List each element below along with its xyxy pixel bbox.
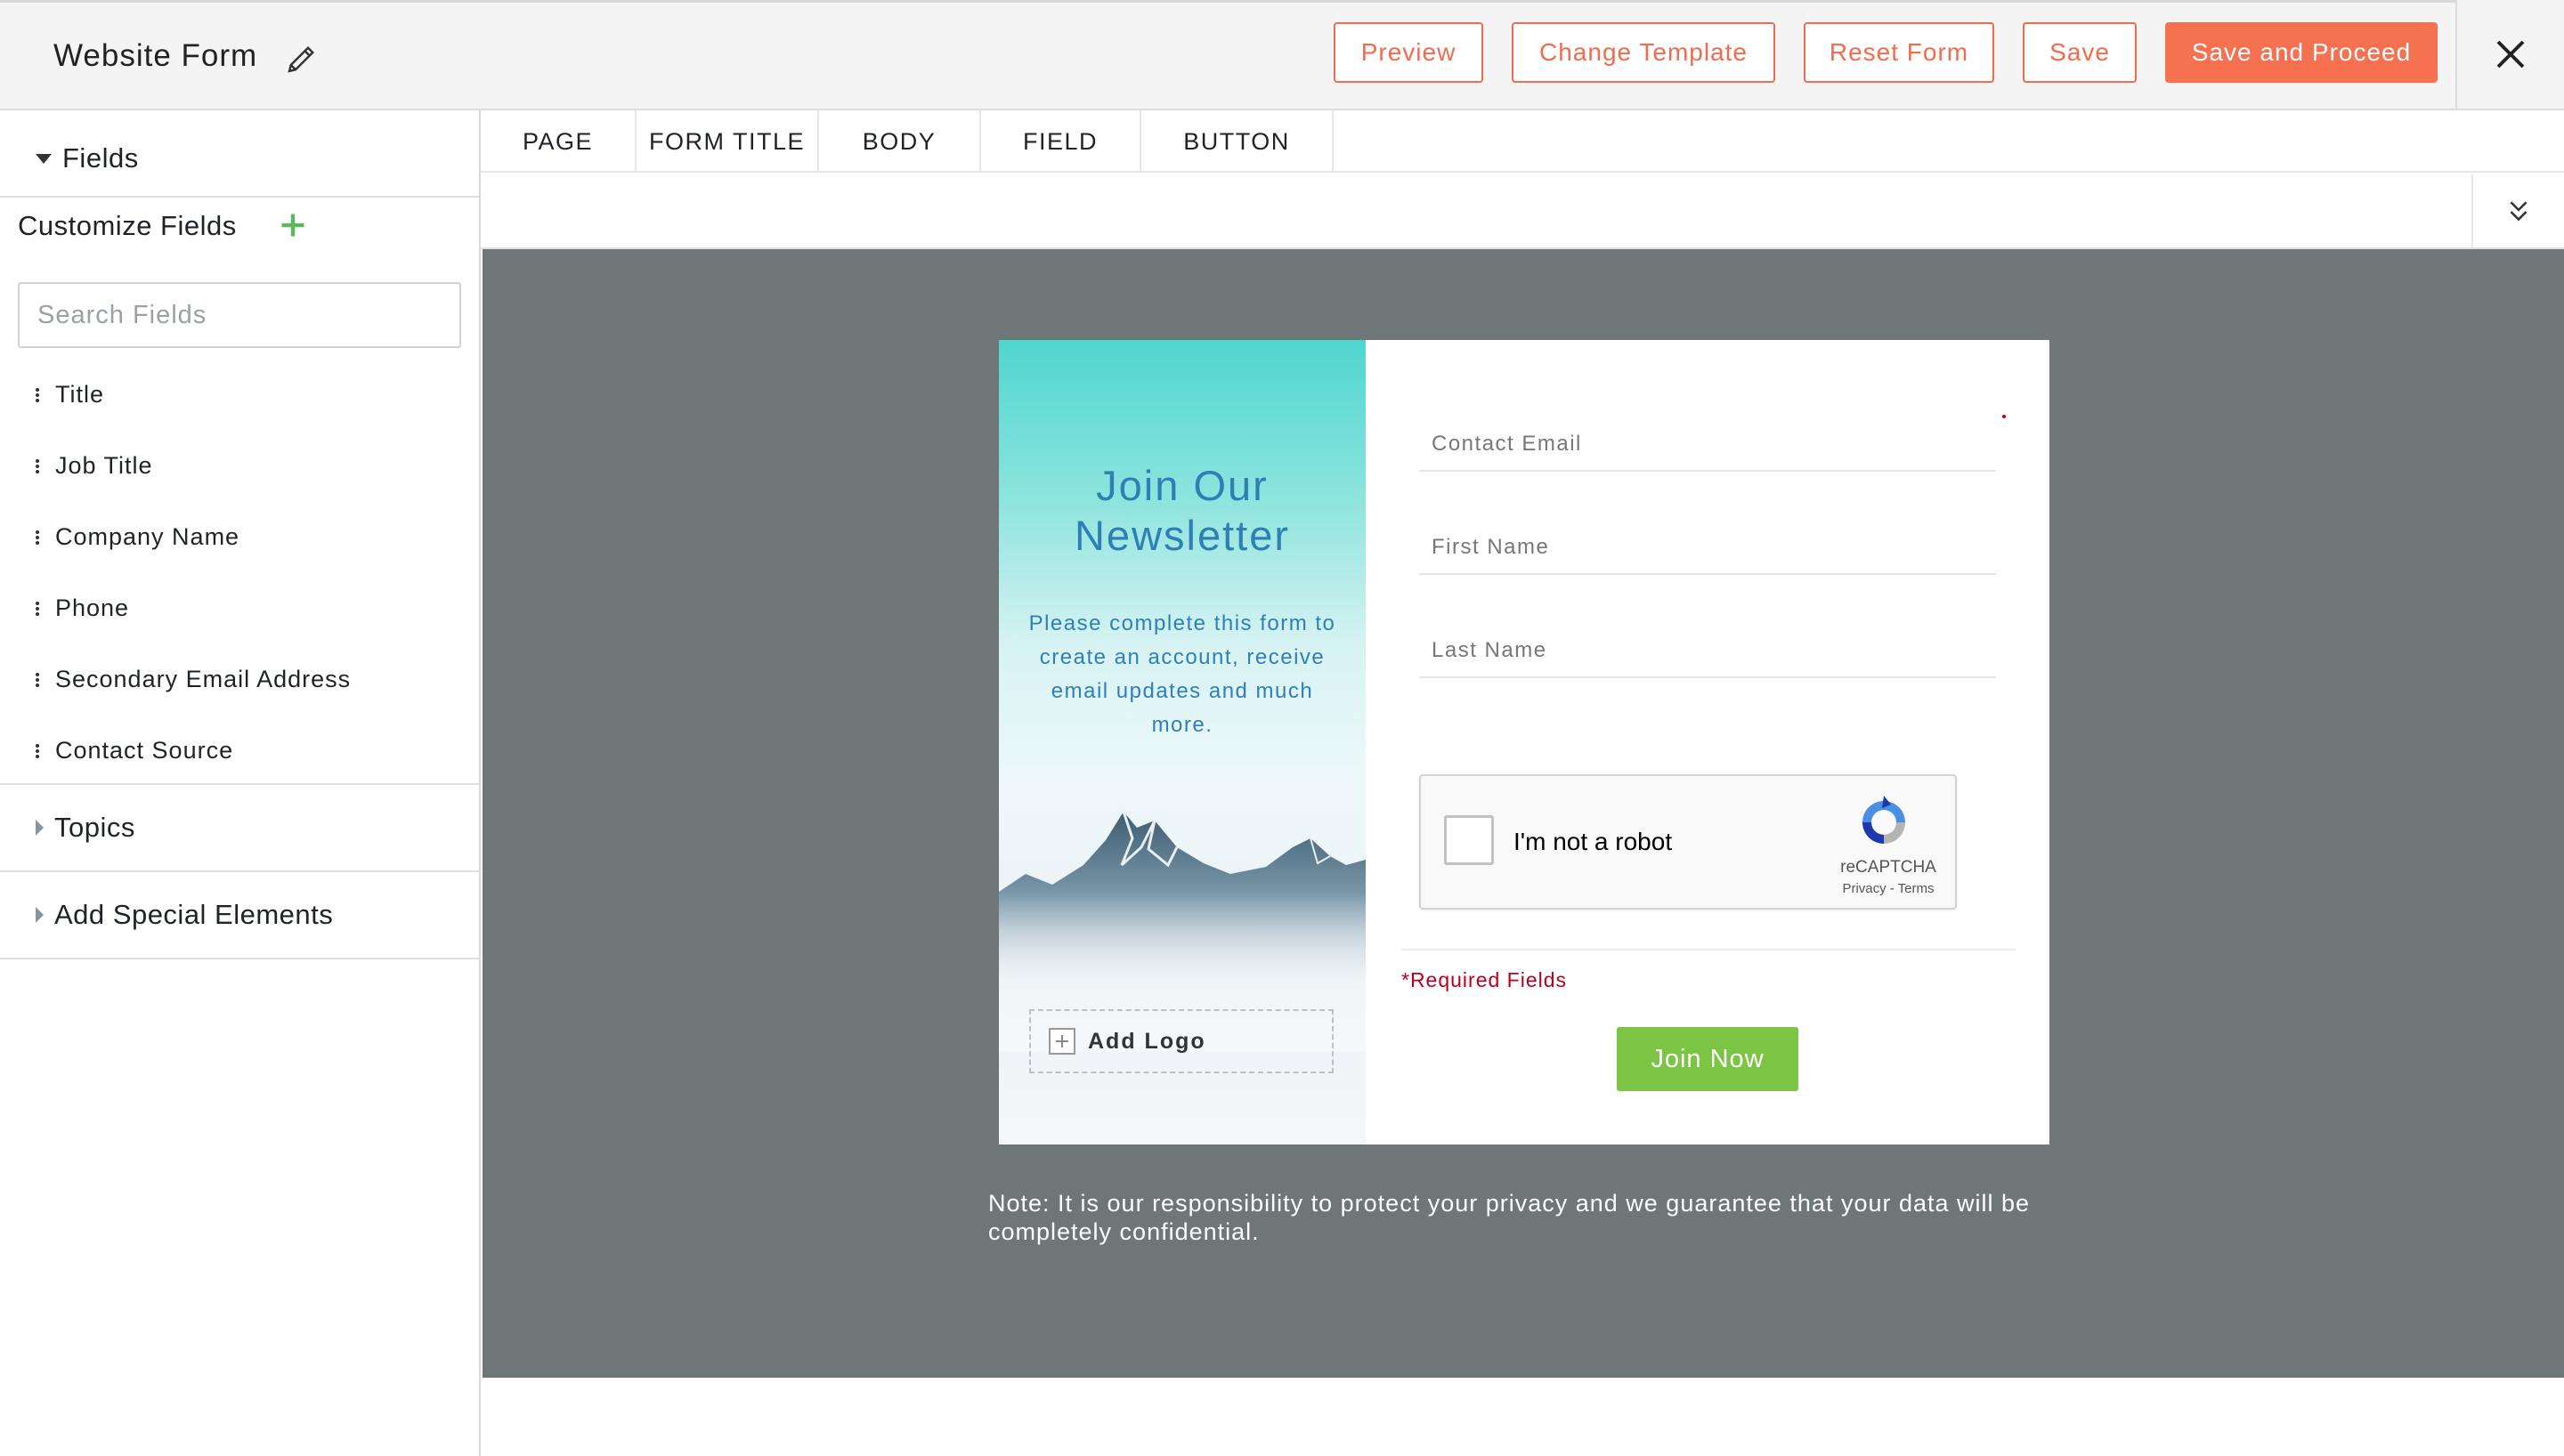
caret-right-icon [36,907,44,923]
field-item-label: Company Name [55,523,240,550]
recaptcha-brand: reCAPTCHA [1840,858,1936,877]
tab-page[interactable]: PAGE [481,110,637,173]
expand-toolbar-button[interactable] [2471,174,2564,249]
style-tabs: PAGE FORM TITLE BODY FIELD BUTTON [481,110,2564,173]
field-list-viewport: Title Job Title Company Name Phone Secon… [0,377,479,865]
add-field-plus-icon[interactable] [280,212,306,239]
drag-handle-icon [36,386,41,404]
search-fields-input[interactable] [18,282,461,348]
field-item-phone[interactable]: Phone [36,595,129,622]
divider [0,870,479,872]
field-item-contact-source[interactable]: Contact Source [36,737,233,764]
recaptcha-logo-icon [1862,796,1905,844]
sidebar: Fields Customize Fields Title Job Title … [0,110,481,1456]
pencil-icon[interactable] [283,40,320,77]
save-button[interactable]: Save [2023,22,2137,83]
add-logo-label: Add Logo [1088,1028,1206,1054]
top-bar: Website Form Preview Change Template Res… [0,0,2564,110]
drag-handle-icon [36,742,41,760]
required-fields-note: *Required Fields [1401,968,1568,991]
recaptcha-label: I'm not a robot [1513,828,1673,855]
join-now-button[interactable]: Join Now [1617,1027,1798,1091]
plus-box-icon [1049,1028,1075,1055]
fields-section-toggle[interactable]: Fields [0,135,479,182]
caret-right-icon [36,820,44,836]
drag-handle-icon [36,671,41,689]
required-indicator [2002,415,2006,418]
divider [1401,949,2016,950]
recaptcha-widget: I'm not a robot reCAPTCHA Privacy - Term… [1419,774,1957,910]
field-item-label: Job Title [55,452,153,479]
drag-handle-icon [36,600,41,618]
special-elements-section-label: Add Special Elements [54,899,334,930]
privacy-note[interactable]: Note: It is our responsibility to protec… [988,1189,2057,1246]
save-and-proceed-button[interactable]: Save and Proceed [2165,22,2438,83]
tab-field[interactable]: FIELD [981,110,1141,173]
contact-email-field[interactable] [1419,418,1996,472]
tab-button[interactable]: BUTTON [1141,110,1334,173]
customize-fields-label: Customize Fields [18,210,237,241]
divider [0,196,479,198]
caret-down-icon [36,153,52,164]
fields-section-label: Fields [62,142,139,174]
preview-button[interactable]: Preview [1334,22,1483,83]
field-item-secondary-email[interactable]: Secondary Email Address [36,666,351,693]
field-item-label: Secondary Email Address [55,666,352,692]
add-logo-button[interactable]: Add Logo [1029,1009,1334,1073]
field-item-label: Title [55,381,105,408]
divider [0,783,479,785]
hero-subtitle[interactable]: Please complete this form to create an a… [1026,607,1339,742]
drag-handle-icon [36,529,41,546]
recaptcha-links[interactable]: Privacy - Terms [1839,881,1937,896]
field-item-title[interactable]: Title [36,381,104,408]
hero-title[interactable]: Join Our Newsletter [999,461,1366,561]
field-item-label: Phone [55,595,130,621]
last-name-field[interactable] [1419,625,1996,678]
change-template-button[interactable]: Change Template [1512,22,1775,83]
first-name-field[interactable] [1419,522,1996,575]
form-title: Website Form [53,38,258,73]
field-item-company-name[interactable]: Company Name [36,523,239,551]
divider [0,958,479,959]
style-toolbar [481,173,2564,249]
field-item-job-title[interactable]: Job Title [36,452,153,480]
special-elements-section-toggle[interactable]: Add Special Elements [0,883,479,947]
drag-handle-icon [36,457,41,475]
topics-section-toggle[interactable]: Topics [0,796,479,860]
close-icon [2496,40,2525,69]
tab-body[interactable]: BODY [819,110,981,173]
topics-section-label: Topics [54,812,135,843]
recaptcha-checkbox[interactable] [1444,815,1494,865]
field-item-label: Contact Source [55,737,234,764]
close-button[interactable] [2455,0,2564,109]
double-chevron-down-icon [2510,201,2527,222]
tab-form-title[interactable]: FORM TITLE [637,110,819,173]
reset-form-button[interactable]: Reset Form [1804,22,1994,83]
